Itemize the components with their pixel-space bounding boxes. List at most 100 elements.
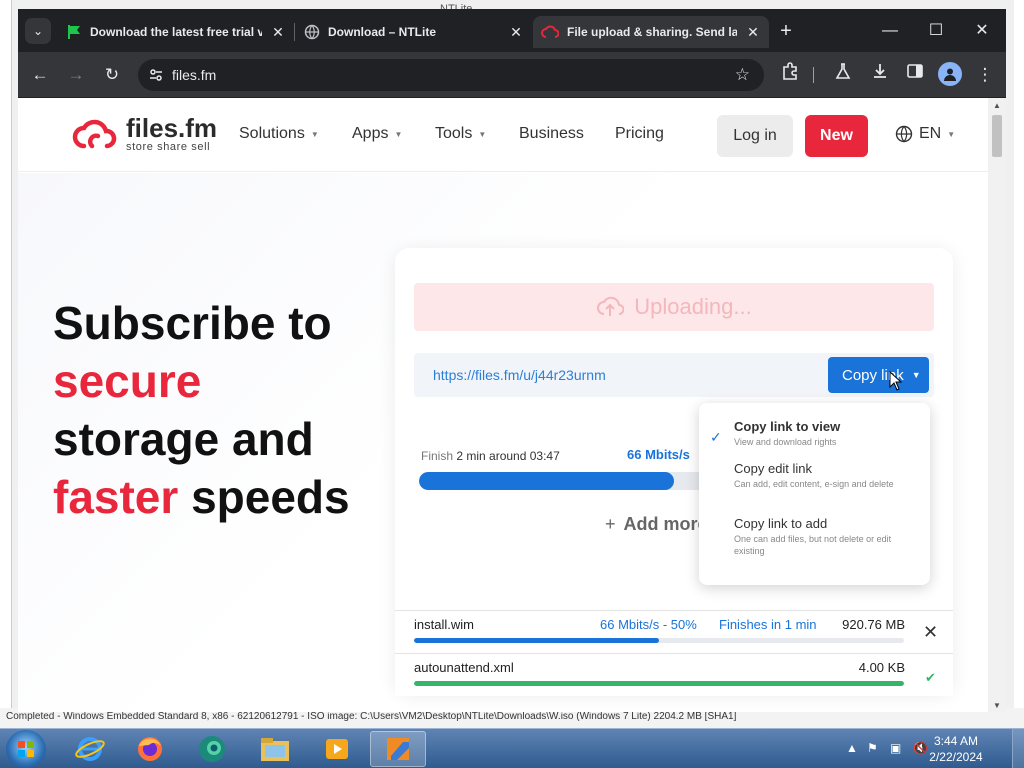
tab-files-fm[interactable]: File upload & sharing. Send lar ✕ [533,16,769,48]
forward-button[interactable]: → [63,62,89,88]
file-name: install.wim [414,617,474,632]
finish-prefix: Finish [421,449,454,463]
headline-line: storage and [53,413,314,465]
upload-status-text: Uploading... [634,294,752,319]
menu-item-copy-edit-link[interactable]: Copy edit link Can add, edit content, e-… [699,461,930,490]
file-explorer-icon[interactable] [247,731,303,767]
share-link-text[interactable]: https://files.fm/u/j44r23urnm [433,367,606,383]
scroll-down-icon[interactable]: ▼ [992,701,1002,710]
minimize-button[interactable]: — [867,17,913,45]
internet-explorer-icon[interactable] [62,731,118,767]
scroll-up-icon[interactable]: ▲ [992,101,1002,110]
show-desktop-button[interactable] [1012,729,1024,768]
url-text[interactable]: files.fm [172,67,216,83]
extensions-icon[interactable] [777,62,803,88]
cancel-upload-icon[interactable]: ✕ [923,622,938,643]
green-flag-icon [68,25,80,39]
show-hidden-icons-icon[interactable]: ▲ [846,741,858,755]
headline-line: Subscribe to [53,297,332,349]
tab-label: Download – NTLite [328,25,436,39]
nav-solutions[interactable]: Solutions ▼ [239,125,319,143]
close-window-button[interactable]: ✕ [959,17,1005,45]
copy-link-dropdown: ✓ Copy link to view View and download ri… [699,403,930,585]
downloads-icon[interactable] [867,62,893,88]
language-label: EN [919,125,942,142]
headline-highlight: secure [53,355,202,407]
reload-button[interactable]: ↻ [99,62,125,88]
menu-item-subtitle: View and download rights [734,437,837,447]
browser-menu-icon[interactable]: ⋮ [972,62,998,88]
address-bar[interactable]: files.fm ☆ [138,59,764,91]
labs-flask-icon[interactable] [830,62,856,88]
add-more-label: Add more [623,514,708,534]
menu-item-title: Copy link to view [734,419,841,434]
plus-icon: + [605,514,616,534]
progress-fill [419,472,674,490]
page-viewport: files.fm store share sell Solutions ▼ Ap… [18,98,1006,712]
menu-item-title: Copy edit link [734,461,813,476]
tab-search-button[interactable]: ⌄ [25,18,51,44]
site-settings-icon[interactable] [148,67,164,83]
menu-item-copy-view-link[interactable]: Copy link to view View and download righ… [699,419,930,448]
side-panel-icon[interactable] [902,62,928,88]
tab-strip: ⌄ Download the latest free trial v ✕ Dow… [18,9,1006,52]
start-button[interactable] [6,730,46,768]
file-progress-bar [414,681,904,686]
action-center-flag-icon[interactable]: ⚑ [867,741,878,755]
new-button[interactable]: New [805,115,868,157]
files-fm-cloud-logo-icon [72,119,117,148]
menu-item-copy-add-link[interactable]: Copy link to add One can add files, but … [699,516,930,557]
firefox-icon[interactable] [122,731,178,767]
ntlite-icon[interactable] [370,731,426,767]
files-fm-logo[interactable]: files.fm store share sell [70,115,217,153]
share-link-row: https://files.fm/u/j44r23urnm Copy link … [414,353,934,397]
nav-pricing[interactable]: Pricing [615,125,664,143]
file-size: 920.76 MB [842,617,905,632]
profile-avatar-icon[interactable] [938,62,962,86]
language-selector[interactable]: EN ▼ [895,125,955,143]
tab-close-icon[interactable]: ✕ [270,24,286,41]
cloud-upload-icon [597,296,625,316]
file-list: install.wim 66 Mbits/s - 50% Finishes in… [395,610,953,700]
page-scrollbar[interactable]: ▲ ▼ [988,98,1006,712]
edge-icon[interactable] [184,731,240,767]
maximize-button[interactable]: ☐ [913,17,959,45]
back-button[interactable]: ← [27,62,53,88]
nav-tools[interactable]: Tools ▼ [435,125,486,143]
site-header: files.fm store share sell Solutions ▼ Ap… [18,98,988,172]
scrollbar-thumb[interactable] [992,115,1002,157]
tab-label: Download the latest free trial v [90,25,262,39]
upload-status-bar: Uploading... [414,283,934,331]
nav-label: Pricing [615,125,664,142]
tab-label: File upload & sharing. Send lar [567,25,737,39]
menu-item-subtitle: One can add files, but not delete or edi… [734,534,892,556]
add-more-button[interactable]: + Add more [605,514,708,535]
globe-icon [304,24,320,40]
file-row: install.wim 66 Mbits/s - 50% Finishes in… [395,610,953,653]
tab-close-icon[interactable]: ✕ [745,24,761,41]
media-player-icon[interactable] [309,731,365,767]
progress-fill [414,681,904,686]
tab-close-icon[interactable]: ✕ [508,24,524,41]
new-tab-button[interactable]: + [776,21,796,41]
headline-text: speeds [178,471,350,523]
nav-apps[interactable]: Apps ▼ [352,125,402,143]
file-name: autounattend.xml [414,660,514,675]
globe-icon [895,125,913,143]
copy-link-button[interactable]: Copy link ▼ [828,357,929,393]
tab-ntlite-trial[interactable]: Download the latest free trial v ✕ [58,16,294,48]
nav-business[interactable]: Business [519,125,584,143]
bookmark-star-icon[interactable]: ☆ [735,65,750,85]
network-icon[interactable]: ▣ [890,741,901,755]
windows-taskbar: ▲ ⚑ ▣ 🔇 3:44 AM 2/22/2024 [0,728,1024,768]
clock-date: 2/22/2024 [929,750,983,764]
nav-label: Solutions [239,125,305,142]
caret-down-icon: ▼ [478,129,487,139]
headline-line: faster speeds [53,468,350,526]
tab-ntlite-download[interactable]: Download – NTLite ✕ [296,16,532,48]
taskbar-clock[interactable]: 3:44 AM 2/22/2024 [926,733,986,765]
files-fm-cloud-icon [541,25,559,38]
caret-down-icon: ▼ [947,129,956,139]
login-button[interactable]: Log in [717,115,793,157]
background-window-edge [0,0,12,725]
